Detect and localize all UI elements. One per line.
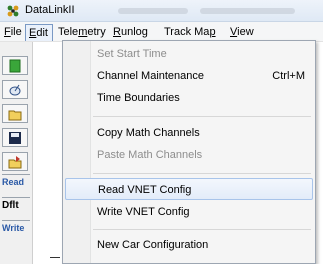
menu-item-paste-math-channels[interactable]: Paste Math Channels [65,144,313,166]
export-folder-icon [8,156,22,169]
menu-runlog[interactable]: Runlog [113,24,148,41]
title-blur [200,8,295,14]
menu-file[interactable]: File [4,24,22,41]
menu-separator [93,116,311,117]
read-label[interactable]: Read [2,177,32,187]
title-bar: DataLinkII [0,0,323,22]
title-blur [118,8,188,14]
new-document-icon [9,59,21,73]
divider [2,197,30,198]
new-button[interactable] [2,56,28,75]
menu-item-read-vnet-config[interactable]: Read VNET Config [65,178,313,200]
menu-separator [93,173,311,174]
divider [2,174,30,175]
menu-item-set-start-time[interactable]: Set Start Time [65,43,313,65]
save-button[interactable] [2,128,28,147]
write-label[interactable]: Write [2,223,32,233]
menu-telemetry[interactable]: Telemetry [58,24,106,41]
save-disk-icon [9,132,21,144]
open-folder-icon [8,110,22,121]
export-button[interactable] [2,152,28,171]
default-label[interactable]: Dflt [2,200,32,211]
edit-menu-dropdown: Set Start Time Channel Maintenance Ctrl+M… [62,40,316,264]
menu-bar: File Edit Telemetry Runlog Track Map Vie… [0,22,323,42]
connector-line [50,257,60,258]
satellite-button[interactable] [2,80,28,99]
window-title: DataLinkII [25,4,75,16]
divider [2,220,30,221]
menu-item-channel-maintenance[interactable]: Channel Maintenance Ctrl+M [65,65,313,87]
menu-edit[interactable]: Edit [25,24,53,41]
tool-strip: Read Dflt Write [0,42,33,264]
menu-view[interactable]: View [230,24,323,41]
menu-item-write-vnet-config[interactable]: Write VNET Config [65,201,313,223]
menu-item-copy-math-channels[interactable]: Copy Math Channels [65,122,313,144]
menu-item-time-boundaries[interactable]: Time Boundaries [65,87,313,109]
menu-separator [93,229,311,230]
open-button[interactable] [2,104,28,123]
menu-item-new-car-configuration[interactable]: New Car Configuration [65,234,313,256]
menu-track-map[interactable]: Track Map [164,24,216,41]
satellite-icon [9,84,21,96]
app-logo-icon [7,5,19,17]
